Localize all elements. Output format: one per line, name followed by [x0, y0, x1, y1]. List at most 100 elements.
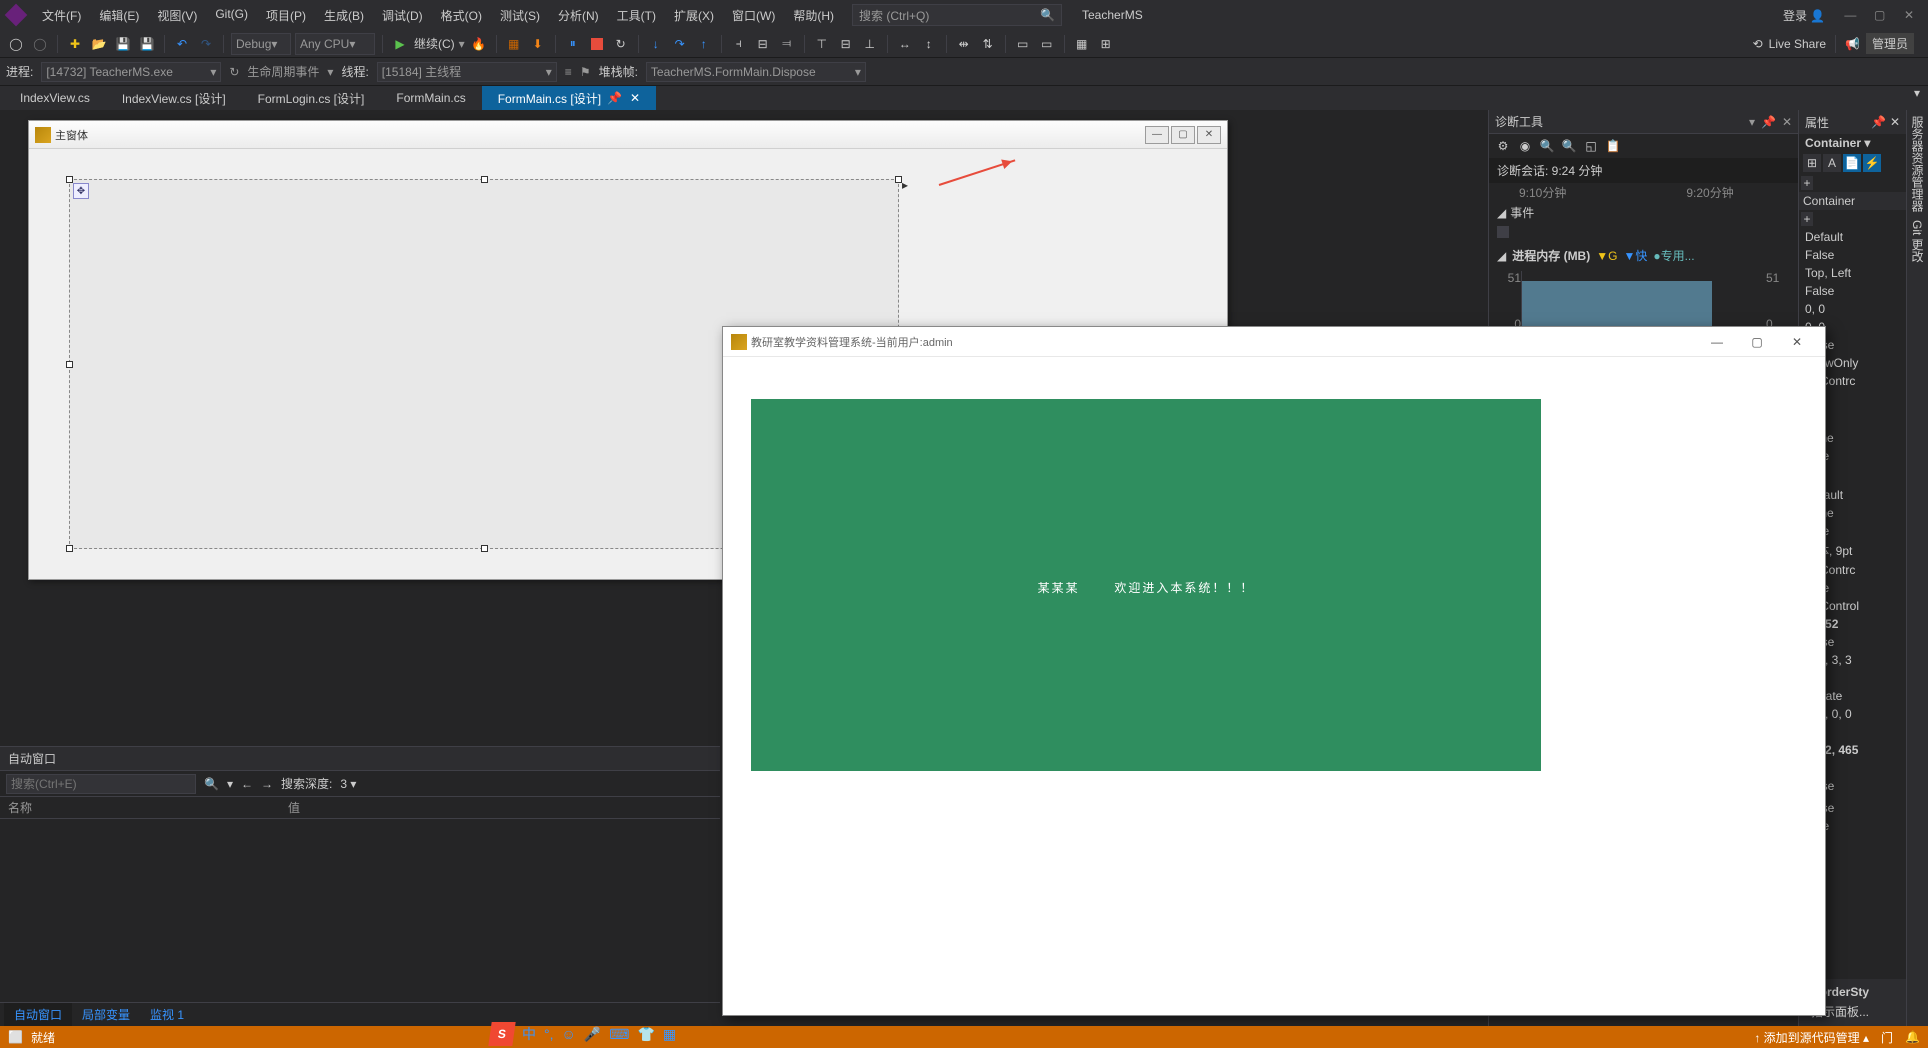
- config-combo[interactable]: Debug ▾: [231, 33, 291, 55]
- pin-icon[interactable]: 📌: [1871, 115, 1886, 129]
- thread-combo[interactable]: [15184] 主线程▾: [377, 62, 557, 82]
- snap-icon[interactable]: ⊞: [1096, 34, 1116, 54]
- ime-keyboard-icon[interactable]: ⌨: [609, 1026, 629, 1043]
- align-middle-icon[interactable]: ⊟: [836, 34, 856, 54]
- lifecycle-icon[interactable]: ↻: [229, 65, 239, 79]
- menu-debug[interactable]: 调试(D): [374, 3, 431, 28]
- zoom-out-icon[interactable]: 🔍: [1561, 139, 1577, 153]
- tab-indexview-design[interactable]: IndexView.cs [设计]: [106, 86, 242, 110]
- minimize-button[interactable]: —: [1837, 8, 1863, 22]
- sogou-icon[interactable]: S: [488, 1022, 515, 1046]
- nav-forward-icon[interactable]: ◯: [30, 34, 50, 54]
- align-bottom-icon[interactable]: ⊥: [860, 34, 880, 54]
- expand-icon[interactable]: +: [1801, 212, 1813, 226]
- pin-icon[interactable]: 📌: [1761, 115, 1776, 129]
- menu-file[interactable]: 文件(F): [34, 3, 89, 28]
- close-icon[interactable]: ✕: [1782, 115, 1792, 129]
- browser-icon[interactable]: ▦: [504, 34, 524, 54]
- open-icon[interactable]: 📂: [89, 34, 109, 54]
- tab-overflow-button[interactable]: ▾: [1906, 86, 1928, 110]
- menu-view[interactable]: 视图(V): [149, 3, 205, 28]
- flag-icon[interactable]: ⚑: [580, 65, 591, 79]
- grid-icon[interactable]: ▦: [1072, 34, 1092, 54]
- menu-git[interactable]: Git(G): [207, 3, 256, 28]
- expand-icon[interactable]: +: [1801, 176, 1813, 190]
- app-max-button[interactable]: ▢: [1737, 332, 1777, 352]
- tab-formmain-design[interactable]: FormMain.cs [设计] 📌 ✕: [482, 86, 656, 110]
- tab-indexview-cs[interactable]: IndexView.cs: [4, 86, 106, 110]
- step-over-icon[interactable]: ↷: [670, 34, 690, 54]
- resize-handle[interactable]: [66, 361, 73, 368]
- events-icon[interactable]: ⚡: [1863, 154, 1881, 172]
- save-all-icon[interactable]: 💾: [137, 34, 157, 54]
- status-add-source[interactable]: ↑ 添加到源代码管理 ▴: [1754, 1029, 1869, 1046]
- tab-close-icon[interactable]: ✕: [630, 91, 640, 105]
- restart-icon[interactable]: ↻: [611, 34, 631, 54]
- smart-tag-icon[interactable]: ▸: [902, 178, 908, 192]
- dropdown-icon[interactable]: ▾: [1749, 115, 1755, 129]
- hot-reload-icon[interactable]: 🔥: [469, 34, 489, 54]
- menu-window[interactable]: 窗口(W): [724, 3, 783, 28]
- menu-edit[interactable]: 编辑(E): [91, 3, 147, 28]
- menu-extensions[interactable]: 扩展(X): [666, 3, 722, 28]
- step-into-icon[interactable]: ↓: [646, 34, 666, 54]
- alpha-icon[interactable]: A: [1823, 154, 1841, 172]
- app-titlebar[interactable]: 教研室教学资料管理系统-当前用户:admin — ▢ ✕: [723, 327, 1825, 357]
- vtab-git-changes[interactable]: Git 更改: [1909, 220, 1926, 263]
- align-top-icon[interactable]: ⊤: [812, 34, 832, 54]
- prop-value[interactable]: False: [1799, 282, 1906, 300]
- align-right-icon[interactable]: ⫤: [777, 34, 797, 54]
- ime-toolbox-icon[interactable]: ▦: [663, 1026, 676, 1043]
- app-close-button[interactable]: ✕: [1777, 332, 1817, 352]
- menu-tools[interactable]: 工具(T): [609, 3, 664, 28]
- search-icon[interactable]: 🔍: [204, 777, 219, 791]
- vspace-icon[interactable]: ⇅: [978, 34, 998, 54]
- align-left-icon[interactable]: ⫞: [729, 34, 749, 54]
- stop-button[interactable]: [587, 34, 607, 54]
- stack-combo[interactable]: TeacherMS.FormMain.Dispose▾: [646, 62, 866, 82]
- liveshare-button[interactable]: Live Share: [1769, 37, 1826, 51]
- status-repo-icon[interactable]: 门: [1881, 1029, 1893, 1046]
- nav-next-icon[interactable]: →: [261, 777, 273, 791]
- app-min-button[interactable]: —: [1697, 332, 1737, 352]
- send-back-icon[interactable]: ▭: [1037, 34, 1057, 54]
- undo-icon[interactable]: ↶: [172, 34, 192, 54]
- memory-row[interactable]: ◢进程内存 (MB) ▼G ▼快 ●专用...: [1489, 244, 1798, 267]
- debug-target-icon[interactable]: ⬇: [528, 34, 548, 54]
- same-width-icon[interactable]: ↔: [895, 34, 915, 54]
- continue-label[interactable]: 继续(C): [414, 35, 455, 52]
- pin-icon[interactable]: 📌: [607, 91, 622, 105]
- timeline[interactable]: 9:10分钟 9:20分钟: [1489, 183, 1798, 201]
- process-combo[interactable]: [14732] TeacherMS.exe▾: [41, 62, 221, 82]
- resize-handle[interactable]: [481, 176, 488, 183]
- continue-icon[interactable]: ▶: [390, 34, 410, 54]
- props-icon[interactable]: 📄: [1843, 154, 1861, 172]
- prop-value[interactable]: False: [1799, 246, 1906, 264]
- new-item-icon[interactable]: ✚: [65, 34, 85, 54]
- prop-value[interactable]: 0, 0: [1799, 300, 1906, 318]
- categorized-icon[interactable]: ⊞: [1803, 154, 1821, 172]
- tab-formlogin-design[interactable]: FormLogin.cs [设计]: [242, 86, 381, 110]
- events-row[interactable]: ◢事件: [1489, 201, 1798, 224]
- autos-search-input[interactable]: [6, 774, 196, 794]
- tab-watch1[interactable]: 监视 1: [140, 1003, 194, 1026]
- running-app-window[interactable]: 教研室教学资料管理系统-当前用户:admin — ▢ ✕ 某某某 欢迎进入本系统…: [722, 326, 1826, 1016]
- menu-test[interactable]: 测试(S): [492, 3, 548, 28]
- close-icon[interactable]: ✕: [1890, 115, 1900, 129]
- ime-punct-icon[interactable]: °,: [544, 1026, 554, 1042]
- tab-autos[interactable]: 自动窗口: [4, 1003, 72, 1026]
- menu-project[interactable]: 项目(P): [258, 3, 314, 28]
- ime-voice-icon[interactable]: 🎤: [584, 1026, 601, 1043]
- global-search-input[interactable]: 搜索 (Ctrl+Q) 🔍: [852, 4, 1062, 26]
- align-center-icon[interactable]: ⊟: [753, 34, 773, 54]
- ime-skin-icon[interactable]: 👕: [637, 1026, 654, 1043]
- resize-handle[interactable]: [895, 176, 902, 183]
- nav-back-icon[interactable]: ◯: [6, 34, 26, 54]
- bring-front-icon[interactable]: ▭: [1013, 34, 1033, 54]
- resize-handle[interactable]: [66, 176, 73, 183]
- depth-combo[interactable]: 3 ▾: [340, 777, 380, 791]
- prop-value[interactable]: Default: [1799, 228, 1906, 246]
- save-icon[interactable]: 💾: [113, 34, 133, 54]
- status-bell-icon[interactable]: 🔔: [1905, 1030, 1920, 1044]
- menu-build[interactable]: 生成(B): [316, 3, 372, 28]
